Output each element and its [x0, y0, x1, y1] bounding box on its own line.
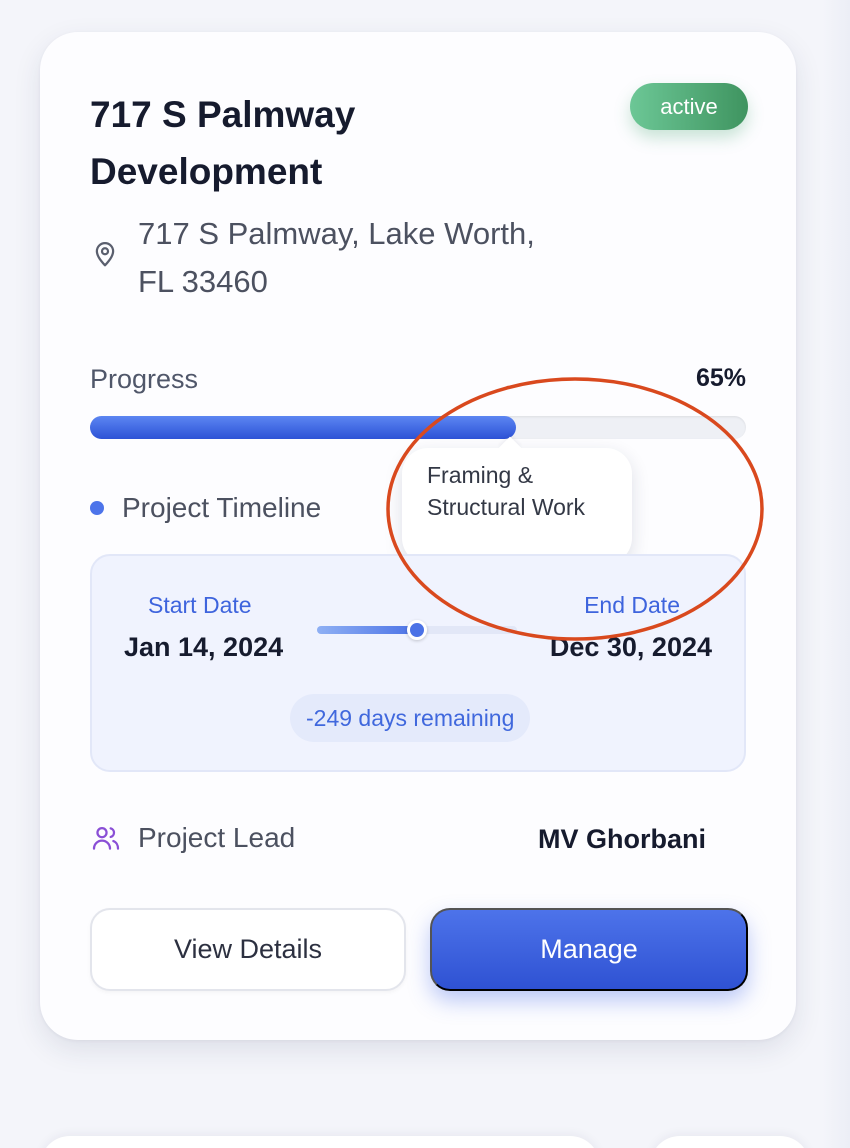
end-date-value: Dec 30, 2024: [549, 632, 712, 662]
users-icon: [92, 826, 120, 850]
timeline-slider[interactable]: [317, 620, 517, 640]
progress-percent: 65%: [695, 364, 746, 392]
progress-tooltip: Framing & Structural Work: [402, 436, 632, 564]
start-date-value: Jan 14, 2024: [124, 632, 284, 662]
project-title: 717 S Palmway Development: [90, 94, 356, 192]
tooltip-text: Framing & Structural Work: [427, 462, 586, 520]
project-address: 717 S Palmway, Lake Worth, FL 33460: [138, 216, 535, 299]
end-date-label: End Date: [584, 592, 680, 618]
tooltip-arrow: [498, 436, 522, 460]
map-pin-icon: [95, 242, 115, 267]
timeline-slider-knob[interactable]: [407, 620, 427, 640]
address-row: 717 S Palmway, Lake Worth, FL 33460: [90, 210, 578, 306]
progress-label: Progress: [90, 364, 199, 394]
manage-button[interactable]: Manage: [430, 908, 748, 991]
next-project-card: [40, 1136, 600, 1148]
project-lead-row: Project Lead: [90, 822, 295, 854]
view-details-button[interactable]: View Details: [90, 908, 406, 991]
progress-bar[interactable]: [90, 416, 746, 439]
next-project-card-2: [650, 1136, 810, 1148]
timeline-box: Start Date End Date Jan 14, 2024 Dec 30,…: [90, 554, 746, 772]
timeline-label: Project Timeline: [122, 492, 322, 523]
adjacent-panel-edge: [822, 0, 850, 1148]
status-badge: active: [630, 83, 748, 130]
start-date-label: Start Date: [148, 592, 252, 618]
project-card: 717 S Palmway Development active 717 S P…: [40, 32, 796, 1040]
days-remaining-badge: -249 days remaining: [290, 694, 531, 742]
progress-bar-fill: [90, 416, 517, 439]
page: 717 S Palmway Development active 717 S P…: [0, 0, 850, 1148]
timeline-header: Project Timeline: [90, 492, 321, 524]
timeline-dot-icon: [90, 501, 104, 515]
timeline-slider-fill: [317, 626, 417, 634]
project-lead-name: MV Ghorbani: [538, 824, 706, 854]
project-lead-label: Project Lead: [138, 822, 296, 853]
